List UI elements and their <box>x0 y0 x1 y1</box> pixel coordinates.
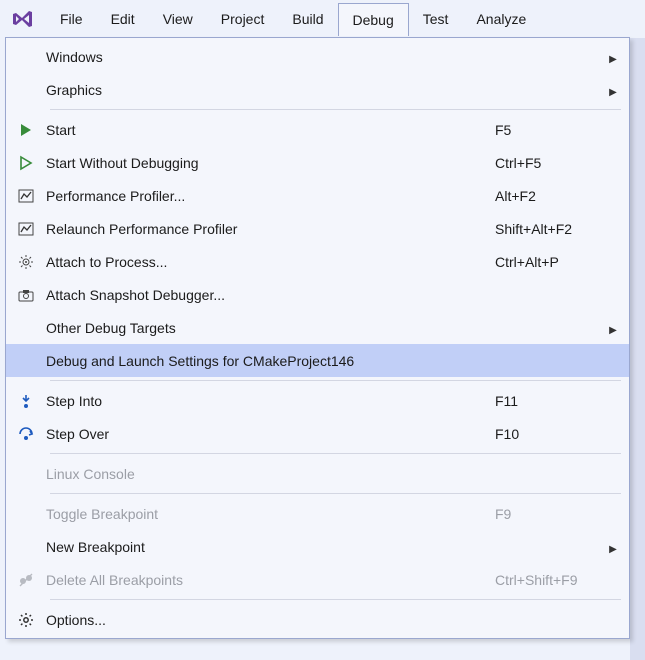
menuitem-label: Attach to Process... <box>46 254 495 270</box>
menu-edit[interactable]: Edit <box>97 3 149 36</box>
menuitem-graphics[interactable]: Graphics ▶ <box>6 73 629 106</box>
background-strip <box>630 38 645 660</box>
play-outline-icon <box>6 155 46 171</box>
submenu-arrow-icon: ▶ <box>605 49 621 65</box>
menuitem-label: New Breakpoint <box>46 539 495 555</box>
debug-dropdown-menu: Windows▶Graphics▶StartF5Start Without De… <box>5 37 630 639</box>
menuitem-label: Start <box>46 122 495 138</box>
step-into-icon <box>6 393 46 409</box>
menuitem-label: Graphics <box>46 82 495 98</box>
menuitem-label: Linux Console <box>46 466 495 482</box>
snapshot-icon <box>6 287 46 303</box>
menuitem-attach-to-process[interactable]: Attach to Process...Ctrl+Alt+P <box>6 245 629 278</box>
menu-separator <box>50 599 621 600</box>
menu-file[interactable]: File <box>46 3 97 36</box>
menuitem-shortcut: Ctrl+F5 <box>495 155 605 171</box>
menuitem-shortcut: Alt+F2 <box>495 188 605 204</box>
menuitem-options[interactable]: Options... <box>6 603 629 636</box>
menuitem-label: Windows <box>46 49 495 65</box>
play-green-icon <box>6 122 46 138</box>
menuitem-start-without-debugging[interactable]: Start Without DebuggingCtrl+F5 <box>6 146 629 179</box>
menuitem-label: Options... <box>46 612 495 628</box>
step-over-icon <box>6 426 46 442</box>
menuitem-shortcut: F10 <box>495 426 605 442</box>
menuitem-step-into[interactable]: Step IntoF11 <box>6 384 629 417</box>
menuitem-shortcut: Shift+Alt+F2 <box>495 221 605 237</box>
menuitem-step-over[interactable]: Step OverF10 <box>6 417 629 450</box>
menuitem-label: Performance Profiler... <box>46 188 495 204</box>
gear-icon <box>6 612 46 628</box>
menu-analyze[interactable]: Analyze <box>462 3 540 36</box>
menu-project[interactable]: Project <box>207 3 279 36</box>
visual-studio-logo-icon <box>8 5 36 33</box>
menuitem-label: Toggle Breakpoint <box>46 506 495 522</box>
menuitem-relaunch-performance-profiler[interactable]: Relaunch Performance ProfilerShift+Alt+F… <box>6 212 629 245</box>
menuitem-shortcut: F5 <box>495 122 605 138</box>
menuitem-delete-all-breakpoints: Delete All BreakpointsCtrl+Shift+F9 <box>6 563 629 596</box>
menuitem-shortcut: F9 <box>495 506 605 522</box>
menubar: FileEditViewProjectBuildDebugTestAnalyze <box>0 0 645 38</box>
menuitem-shortcut: Ctrl+Alt+P <box>495 254 605 270</box>
menuitem-label: Start Without Debugging <box>46 155 495 171</box>
menu-test[interactable]: Test <box>409 3 463 36</box>
menu-view[interactable]: View <box>149 3 207 36</box>
menuitem-label: Attach Snapshot Debugger... <box>46 287 495 303</box>
menuitem-windows[interactable]: Windows ▶ <box>6 40 629 73</box>
menu-separator <box>50 453 621 454</box>
profiler-icon <box>6 221 46 237</box>
menuitem-start[interactable]: StartF5 <box>6 113 629 146</box>
submenu-arrow-icon: ▶ <box>605 320 621 336</box>
submenu-arrow-icon: ▶ <box>605 539 621 555</box>
profiler-icon <box>6 188 46 204</box>
menuitem-label: Relaunch Performance Profiler <box>46 221 495 237</box>
menuitem-label: Delete All Breakpoints <box>46 572 495 588</box>
menuitem-toggle-breakpoint: Toggle BreakpointF9 <box>6 497 629 530</box>
menuitem-new-breakpoint[interactable]: New Breakpoint ▶ <box>6 530 629 563</box>
menuitem-shortcut: F11 <box>495 393 605 409</box>
menuitem-attach-snapshot-debugger[interactable]: Attach Snapshot Debugger... <box>6 278 629 311</box>
menuitem-debug-and-launch-settings-for-cmakeproject146[interactable]: Debug and Launch Settings for CMakeProje… <box>6 344 629 377</box>
menu-items-container: FileEditViewProjectBuildDebugTestAnalyze <box>46 3 540 36</box>
menuitem-shortcut: Ctrl+Shift+F9 <box>495 572 605 588</box>
menuitem-label: Step Into <box>46 393 495 409</box>
menuitem-label: Debug and Launch Settings for CMakeProje… <box>46 353 495 369</box>
menu-debug[interactable]: Debug <box>338 3 409 36</box>
menu-separator <box>50 493 621 494</box>
menu-separator <box>50 109 621 110</box>
delete-breakpoints-icon <box>6 572 46 588</box>
menuitem-label: Step Over <box>46 426 495 442</box>
attach-process-icon <box>6 254 46 270</box>
submenu-arrow-icon: ▶ <box>605 82 621 98</box>
menuitem-label: Other Debug Targets <box>46 320 495 336</box>
menu-separator <box>50 380 621 381</box>
menuitem-other-debug-targets[interactable]: Other Debug Targets ▶ <box>6 311 629 344</box>
menu-build[interactable]: Build <box>278 3 337 36</box>
menuitem-linux-console: Linux Console <box>6 457 629 490</box>
menuitem-performance-profiler[interactable]: Performance Profiler...Alt+F2 <box>6 179 629 212</box>
